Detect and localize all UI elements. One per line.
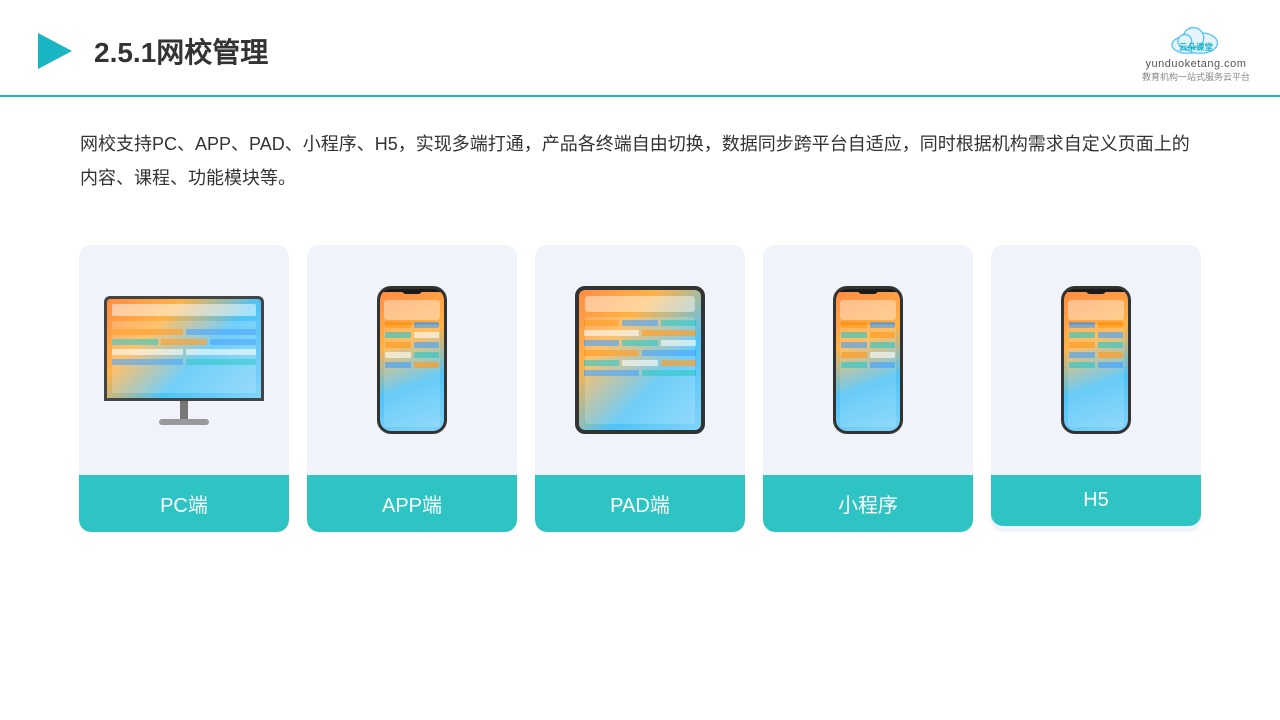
page-title: 2.5.1网校管理 bbox=[94, 31, 268, 71]
card-pad-label: PAD端 bbox=[535, 475, 745, 532]
logo-area: 云朵课堂 yunduoketang.com 教育机构一站式服务云平台 bbox=[1142, 18, 1250, 83]
play-icon bbox=[30, 27, 78, 75]
header-left: 2.5.1网校管理 bbox=[30, 27, 268, 75]
logo-domain: yunduoketang.com bbox=[1146, 58, 1247, 70]
page-header: 2.5.1网校管理 云朵课堂 yunduoketang.com 教育机构一站式服… bbox=[0, 0, 1280, 97]
card-pad: PAD端 bbox=[535, 245, 745, 532]
pc-monitor-icon bbox=[104, 296, 264, 425]
card-pc-image bbox=[89, 265, 279, 455]
description-text: 网校支持PC、APP、PAD、小程序、H5，实现多端打通，产品各终端自由切换，数… bbox=[0, 97, 1280, 205]
card-h5-label: H5 bbox=[991, 475, 1201, 526]
cards-container: PC端 bbox=[0, 215, 1280, 552]
card-app: APP端 bbox=[307, 245, 517, 532]
description-content: 网校支持PC、APP、PAD、小程序、H5，实现多端打通，产品各终端自由切换，数… bbox=[80, 134, 1190, 188]
card-pad-image bbox=[545, 265, 735, 455]
logo-tagline: 教育机构一站式服务云平台 bbox=[1142, 70, 1250, 83]
phone-mockup-h5 bbox=[1061, 286, 1131, 434]
phone-mockup-miniprogram bbox=[833, 286, 903, 434]
tablet-mockup-pad bbox=[575, 286, 705, 434]
card-h5-image bbox=[1001, 265, 1191, 455]
card-miniprogram: 小程序 bbox=[763, 245, 973, 532]
logo-icon: 云朵课堂 bbox=[1166, 18, 1226, 56]
card-pc-label: PC端 bbox=[79, 475, 289, 532]
card-app-image bbox=[317, 265, 507, 455]
svg-text:云朵课堂: 云朵课堂 bbox=[1179, 41, 1214, 52]
card-h5: H5 bbox=[991, 245, 1201, 532]
card-miniprogram-label: 小程序 bbox=[763, 475, 973, 532]
card-app-label: APP端 bbox=[307, 475, 517, 532]
phone-mockup-app bbox=[377, 286, 447, 434]
card-pc: PC端 bbox=[79, 245, 289, 532]
card-miniprogram-image bbox=[773, 265, 963, 455]
